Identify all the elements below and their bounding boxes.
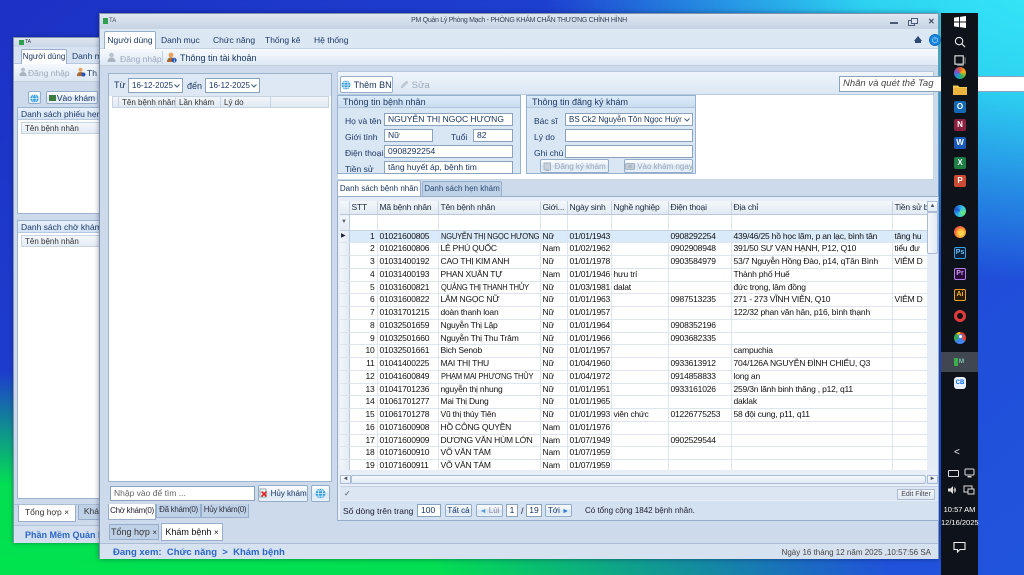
svg-text:i: i (174, 58, 175, 63)
